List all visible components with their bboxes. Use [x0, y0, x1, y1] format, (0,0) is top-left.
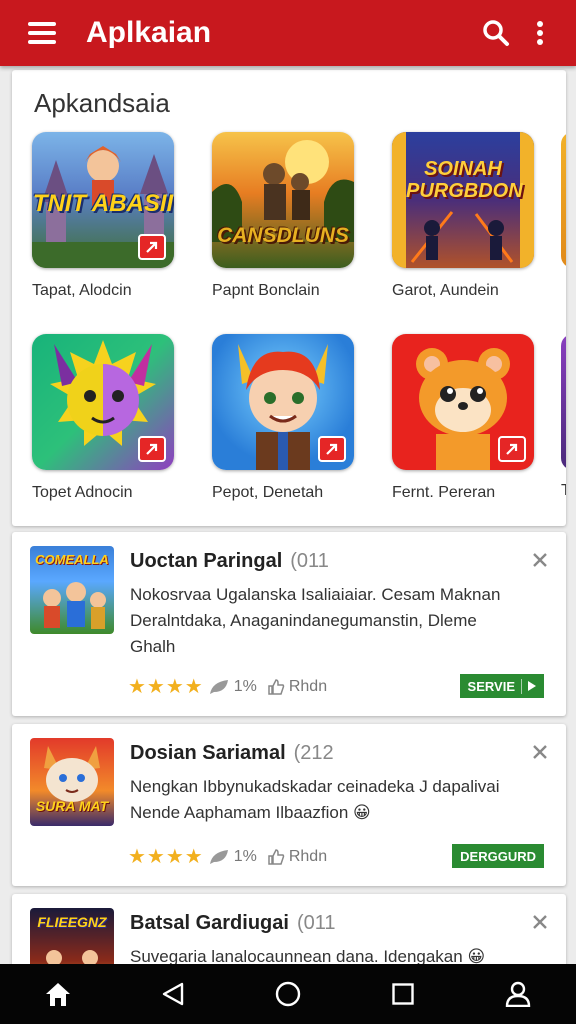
- app-tile-label: Papnt Bonclain: [212, 282, 320, 299]
- review-count: (212: [293, 742, 334, 764]
- app-list-card[interactable]: SURA MAT Dosian Sariamal (212 Nengkan Ibb…: [12, 724, 566, 886]
- app-title: Dosian Sariamal (212: [130, 742, 334, 765]
- leaf-icon: [209, 679, 228, 694]
- app-icon-title: SOINAH PURGBDON: [406, 158, 523, 202]
- action-label: SERVIE: [467, 678, 515, 694]
- app-tile-label: Topet Adnocin: [32, 484, 133, 501]
- app-tile-label: To: [561, 482, 566, 499]
- install-badge-icon[interactable]: [318, 436, 346, 462]
- app-title: Aplkaian: [86, 16, 212, 49]
- app-thumbnail: FLIEEGNZ: [30, 908, 114, 964]
- leaf-icon: [209, 849, 228, 864]
- app-thumbnail: SURA MAT: [30, 738, 114, 826]
- system-nav-bar: [0, 964, 576, 1024]
- app-tile-label: Garot, Aundein: [392, 282, 499, 299]
- app-description: Nokosrvaa Ugalanska Isaliaiaiar. Cesam M…: [130, 585, 501, 656]
- app-tile-partial[interactable]: [561, 132, 566, 268]
- profile-icon[interactable]: [488, 964, 548, 1024]
- app-thumbnail-title: COMEALLA: [35, 552, 109, 567]
- app-tile-label: Fernt. Pereran: [392, 484, 496, 501]
- search-icon[interactable]: [474, 11, 518, 55]
- tag-label: Rhdn: [288, 677, 328, 695]
- close-icon[interactable]: [528, 740, 552, 764]
- rating-stars: ★★★★: [128, 846, 204, 868]
- app-tile[interactable]: Fernt. Pereran: [392, 334, 542, 502]
- app-tile[interactable]: Pepot, Denetah: [212, 334, 362, 502]
- home-circle-icon[interactable]: [258, 964, 318, 1024]
- recents-icon[interactable]: [373, 964, 433, 1024]
- app-tile-partial[interactable]: [561, 334, 566, 470]
- app-action-button[interactable]: DERGGURD: [452, 844, 544, 868]
- action-label: DERGGURD: [460, 848, 536, 864]
- app-icon-title: CANSDLUNS: [217, 224, 349, 247]
- thumbs-up-icon: [268, 848, 285, 865]
- play-icon: [521, 678, 536, 694]
- app-name: Uoctan Paringal: [130, 550, 283, 572]
- app-tile[interactable]: TNIT ABASII Tapat, Alodcin: [32, 132, 182, 300]
- install-badge-icon[interactable]: [138, 234, 166, 260]
- app-list-card[interactable]: COMEALLA Uoctan Paringal (011 Nokosrvaa U…: [12, 532, 566, 716]
- back-icon[interactable]: [143, 964, 203, 1024]
- install-badge-icon[interactable]: [498, 436, 526, 462]
- app-tile[interactable]: Topet Adnocin: [32, 334, 182, 502]
- more-vert-icon[interactable]: [518, 11, 562, 55]
- app-icon-image: SOINAH PURGBDON: [392, 132, 534, 268]
- app-title: Uoctan Paringal (011: [130, 550, 329, 573]
- featured-section: Apkandsaia TNIT ABASII Tapat, Alodcin CA…: [12, 70, 566, 526]
- app-icon-image: [32, 334, 174, 470]
- home-icon[interactable]: [28, 964, 88, 1024]
- app-tile-label: K: [565, 280, 566, 298]
- app-thumbnail-title: FLIEEGNZ: [37, 914, 107, 930]
- app-icon-image: [212, 334, 354, 470]
- app-tile-label: Pepot, Denetah: [212, 484, 324, 501]
- app-icon-title: TNIT ABASII: [32, 190, 174, 217]
- install-badge-icon[interactable]: [138, 436, 166, 462]
- app-description: Nengkan Ibbynukadskadar ceinadeka J dapa…: [130, 777, 500, 822]
- app-tile-label: Tapat, Alodcin: [32, 282, 132, 299]
- app-thumbnail: COMEALLA: [30, 546, 114, 634]
- thumbs-up-icon: [268, 678, 285, 695]
- app-thumbnail-title: SURA MAT: [35, 798, 109, 814]
- rating-stars: ★★★★: [128, 676, 204, 698]
- app-description: Suvegaria lanalocaunnean dana. Idengakan…: [130, 947, 486, 964]
- content-scroll[interactable]: Apkandsaia TNIT ABASII Tapat, Alodcin CA…: [0, 66, 576, 964]
- stat-value: 1%: [233, 677, 257, 695]
- app-meta: ★★★★ 1% Rhdn: [128, 844, 327, 869]
- app-bar: Aplkaian: [0, 0, 576, 66]
- app-name: Dosian Sariamal: [130, 742, 286, 764]
- app-meta: ★★★★ 1% Rhdn: [128, 674, 327, 699]
- review-count: (011: [290, 550, 329, 572]
- menu-icon[interactable]: [28, 22, 56, 44]
- app-tile[interactable]: CANSDLUNS Papnt Bonclain: [212, 132, 362, 300]
- app-name: Batsal Gardiugai: [130, 912, 289, 934]
- section-title: Apkandsaia: [34, 88, 170, 118]
- close-icon[interactable]: [528, 548, 552, 572]
- stat-value: 1%: [233, 847, 257, 865]
- app-icon-image: CANSDLUNS: [212, 132, 354, 268]
- app-icon-image: TNIT ABASII: [32, 132, 174, 268]
- app-action-button[interactable]: SERVIE: [459, 674, 544, 698]
- tag-label: Rhdn: [288, 847, 328, 865]
- app-list-card[interactable]: FLIEEGNZ Batsal Gardiugai (011 Suvegaria …: [12, 894, 566, 964]
- close-icon[interactable]: [528, 910, 552, 934]
- app-icon-image: [392, 334, 534, 470]
- app-title: Batsal Gardiugai (011: [130, 912, 335, 935]
- app-tile[interactable]: SOINAH PURGBDON Garot, Aundein: [392, 132, 542, 300]
- review-count: (011: [296, 912, 336, 934]
